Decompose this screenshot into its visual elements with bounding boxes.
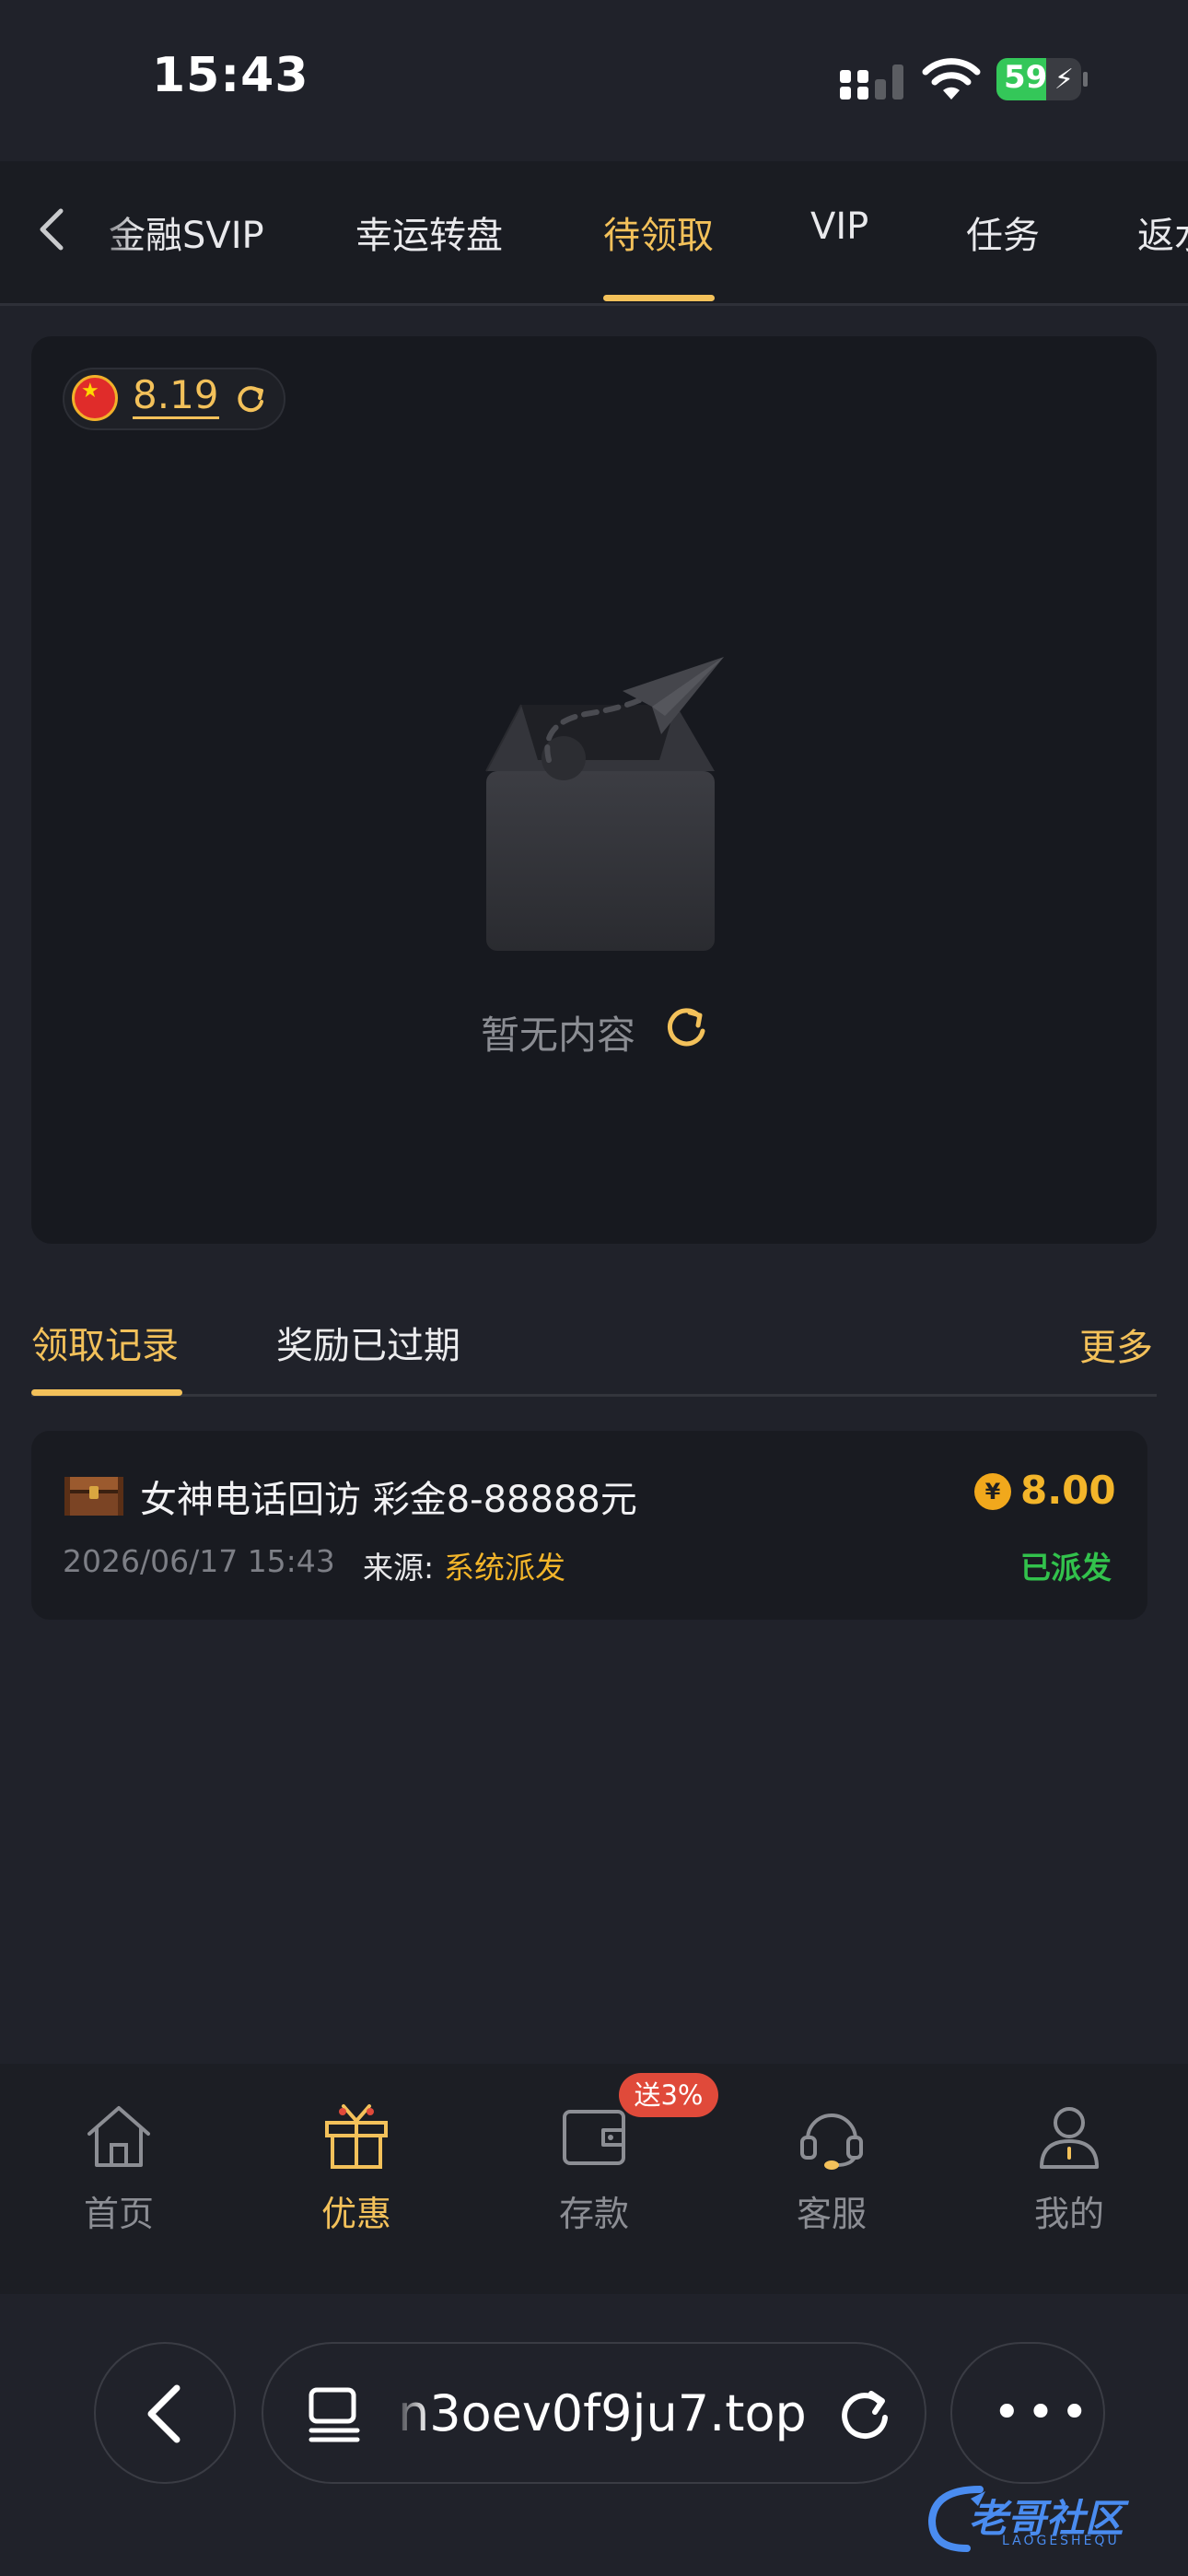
empty-box-icon	[485, 657, 724, 951]
nav-support-label: 客服	[796, 2194, 867, 2234]
tab-expired-rewards[interactable]: 奖励已过期	[276, 1316, 460, 1369]
treasure-chest-icon	[64, 1477, 123, 1516]
bottom-nav: 首页 优惠 存款 客服 我的	[0, 2064, 1188, 2294]
watermark-logo: 老哥社区 LAOGESHEQU	[925, 2471, 1182, 2563]
sub-tab-active-indicator	[31, 1389, 182, 1396]
coin-icon: ¥	[974, 1473, 1011, 1510]
tab-tasks[interactable]: 任务	[966, 205, 1040, 259]
nav-home-label: 首页	[83, 2194, 154, 2234]
reload-icon[interactable]	[834, 2384, 895, 2445]
record-time: 2026/06/17 15:43	[63, 1543, 335, 1579]
record-source-label: 来源:	[363, 1550, 435, 1586]
back-arrow-icon	[147, 2384, 181, 2443]
more-link[interactable]: 更多	[1079, 1317, 1153, 1371]
tab-lucky-wheel[interactable]: 幸运转盘	[355, 205, 503, 259]
sub-tab-divider	[31, 1394, 1157, 1397]
nav-support[interactable]: 客服	[713, 2064, 950, 2294]
nav-profile[interactable]: 我的	[950, 2064, 1188, 2294]
battery-level: 59	[1004, 59, 1048, 96]
headset-icon	[800, 2113, 863, 2170]
address-bar[interactable]: n3oev0f9ju7.top	[262, 2342, 926, 2484]
china-flag-icon: ★	[72, 375, 118, 421]
charging-bolt-icon: ⚡	[1054, 64, 1074, 96]
back-chevron-icon[interactable]	[29, 202, 74, 257]
browser-back-button[interactable]	[94, 2342, 236, 2484]
nav-profile-label: 我的	[1033, 2194, 1104, 2234]
status-time: 15:43	[152, 48, 309, 103]
balance-value: 8.19	[133, 372, 219, 419]
gift-icon	[325, 2104, 388, 2169]
tab-vip[interactable]: VIP	[810, 205, 868, 248]
empty-state-text: 暂无内容	[481, 1013, 636, 1058]
nav-home[interactable]: 首页	[0, 2064, 238, 2294]
record-source-value: 系统派发	[444, 1550, 565, 1586]
balance-pill: ★ 8.19	[63, 368, 285, 430]
tab-claim-records[interactable]: 领取记录	[31, 1316, 179, 1369]
pending-rewards-card: ★ 8.19 暂无内容	[31, 336, 1157, 1244]
page-settings-icon	[309, 2387, 360, 2442]
record-title: 女神电话回访 彩金8-88888元	[140, 1479, 637, 1521]
nav-deposit-label: 存款	[558, 2194, 629, 2234]
nav-promotions[interactable]: 优惠	[238, 2064, 475, 2294]
battery-cap	[1083, 72, 1088, 87]
tab-fade-overlay	[74, 161, 138, 303]
user-icon	[1040, 2107, 1099, 2169]
status-bar: 15:43 59 ⚡	[0, 0, 1188, 161]
record-amount: 8.00	[1020, 1468, 1116, 1513]
balance-refresh-icon[interactable]	[234, 381, 267, 415]
wallet-icon	[563, 2110, 625, 2165]
top-tab-bar: 金融SVIP 幸运转盘 待领取 VIP 任务 返水	[0, 161, 1188, 306]
refresh-icon[interactable]	[660, 1001, 712, 1053]
url-text: n3oev0f9ju7.top	[398, 2384, 807, 2442]
url-fade-overlay	[392, 2362, 429, 2464]
browser-more-button[interactable]: •••	[950, 2342, 1105, 2484]
cellular-signal-icon	[840, 64, 903, 100]
claim-record-item[interactable]: 女神电话回访 彩金8-88888元 ¥ 8.00 2026/06/17 15:4…	[31, 1431, 1147, 1620]
watermark-subtext: LAOGESHEQU	[1002, 2534, 1120, 2548]
deposit-bonus-badge: 送3%	[619, 2073, 718, 2117]
home-icon	[87, 2106, 150, 2167]
nav-promotions-label: 优惠	[320, 2194, 391, 2234]
record-status: 已派发	[1020, 1550, 1112, 1586]
more-dots-icon: •••	[993, 2385, 1095, 2441]
tab-pending[interactable]: 待领取	[603, 205, 714, 259]
tab-rebate[interactable]: 返水	[1137, 205, 1188, 259]
tab-active-indicator	[603, 295, 715, 301]
wifi-icon	[922, 58, 981, 100]
battery-indicator: 59 ⚡	[996, 58, 1081, 100]
